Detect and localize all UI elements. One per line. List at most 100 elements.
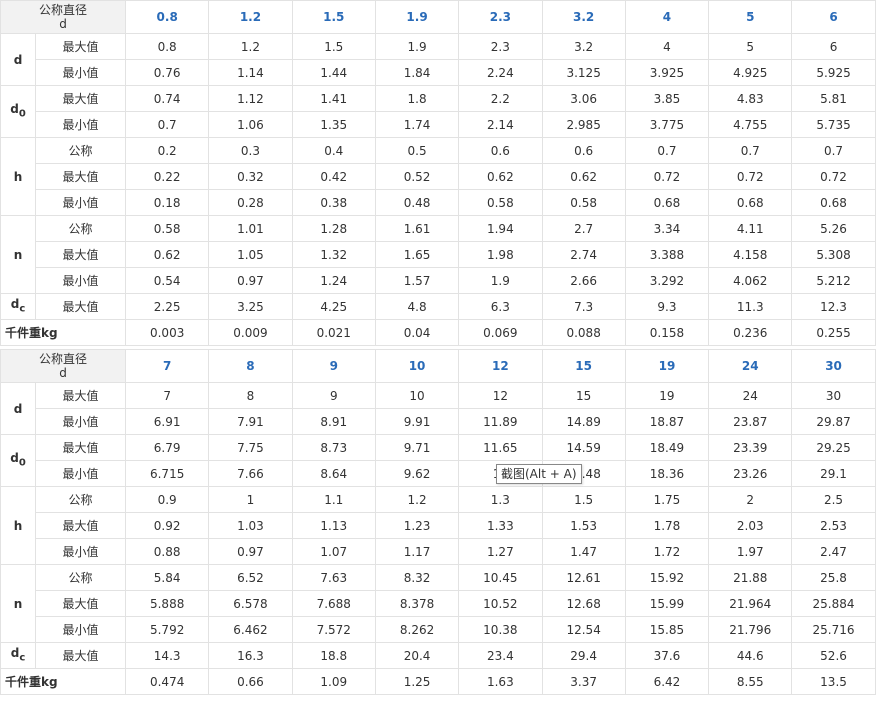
weight-row: 千件重kg 0.474 0.66 1.09 1.25 1.63 3.37 6.42 8.55 13… — [0, 668, 876, 695]
row-label-max: 最大值 — [34, 434, 127, 461]
value-cell: 1.3 — [458, 486, 543, 513]
value-cell: 21.88 — [708, 564, 793, 591]
param-subscript: 0 — [18, 108, 26, 120]
value-cell: 0.22 — [125, 163, 210, 190]
param-symbol: d — [13, 52, 23, 67]
weight-label: 千件重kg — [0, 319, 127, 346]
value-cell: 30 — [791, 382, 876, 409]
value-cell: 0.7 — [791, 137, 876, 164]
value-cell: 5.888 — [125, 590, 210, 617]
table-row: 最小值 5.792 6.462 7.572 8.262 10.38 12.54 15.85 21… — [1, 616, 876, 643]
diameter-header: 1.9 — [374, 0, 460, 34]
diameter-header: 24 — [708, 349, 793, 383]
value-cell: 0.76 — [125, 59, 210, 86]
value-cell: 4.925 — [708, 59, 793, 86]
value-cell: 5.735 — [791, 111, 876, 138]
row-label-nom: 公称 — [34, 215, 127, 242]
value-cell: 8.378 — [374, 590, 460, 617]
value-cell: 0.62 — [541, 163, 626, 190]
diameter-header: 30 — [791, 349, 876, 383]
value-cell: 3.34 — [624, 215, 710, 242]
value-cell: 16.3 — [208, 642, 293, 669]
weight-label: 千件重kg — [0, 668, 127, 695]
row-label-nom: 公称 — [34, 564, 127, 591]
value-cell: 1.72 — [624, 538, 710, 565]
param-d: d — [0, 33, 36, 86]
row-label-nom: 公称 — [34, 137, 127, 164]
value-cell: 4.25 — [291, 293, 376, 320]
value-cell: 23.4 — [458, 642, 543, 669]
weight-cell: 0.003 — [125, 319, 210, 346]
value-cell: 1.61 — [374, 215, 460, 242]
diameter-header: 10 — [374, 349, 460, 383]
table-row: d0 最大值 6.79 7.75 8.73 9.71 11.65 14.59 18.49 23.3… — [0, 434, 876, 487]
param-symbol: h — [13, 169, 23, 184]
value-cell: 11.89 — [458, 408, 543, 435]
table-row: 最小值6.7157.668.649.621114.4818.3623.2629.… — [1, 460, 876, 487]
value-cell: 19 — [624, 382, 710, 409]
value-cell: 1.78 — [624, 512, 710, 539]
weight-cell: 0.088 — [541, 319, 626, 346]
table-row: 最大值 5.888 6.578 7.688 8.378 10.52 12.68 15.99 21… — [1, 590, 876, 617]
value-cell: 0.6 — [541, 137, 626, 164]
value-cell: 2.14 — [458, 111, 543, 138]
value-cell: 1.1 — [291, 486, 376, 513]
diameter-header: 6 — [791, 0, 876, 34]
table-row: 最小值 0.54 0.97 1.24 1.57 1.9 2.66 3.292 4.062 5.21… — [1, 267, 876, 294]
param-h: h — [0, 137, 36, 216]
row-label-min: 最小值 — [34, 267, 127, 294]
value-cell: 5.792 — [125, 616, 210, 643]
value-cell: 9.71 — [374, 434, 460, 461]
value-cell: 12 — [458, 382, 543, 409]
value-cell: 7.91 — [208, 408, 293, 435]
diameter-header: 4 — [624, 0, 710, 34]
value-cell: 3.25 — [208, 293, 293, 320]
table-row: dc 最大值 2.25 3.25 4.25 4.8 6.3 7.3 9.3 11.3 12.3 — [0, 293, 876, 320]
weight-cell: 0.236 — [708, 319, 793, 346]
header-symbol: d — [59, 17, 67, 31]
value-cell: 2.66 — [541, 267, 626, 294]
value-cell: 5.84 — [125, 564, 210, 591]
value-cell: 6.91 — [125, 408, 210, 435]
value-cell: 10.45 — [458, 564, 543, 591]
value-cell: 15.85 — [624, 616, 710, 643]
value-cell: 24 — [708, 382, 793, 409]
value-cell: 2.03 — [708, 512, 793, 539]
value-cell: 2 — [708, 486, 793, 513]
value-cell: 6.462 — [208, 616, 293, 643]
value-cell: 52.6 — [791, 642, 876, 669]
value-cell: 1.94 — [458, 215, 543, 242]
row-label-min: 最小值 — [34, 538, 127, 565]
diameter-header: 15 — [541, 349, 626, 383]
value-cell: 3.388 — [624, 241, 710, 268]
header-label: 公称直径 — [39, 352, 88, 366]
value-cell: 3.85 — [624, 85, 710, 112]
value-cell: 1 — [208, 486, 293, 513]
diameter-header: 3.2 — [541, 0, 626, 34]
value-cell: 3.06 — [541, 85, 626, 112]
param-n: n — [0, 215, 36, 294]
value-cell: 6.715 — [125, 460, 210, 487]
weight-cell: 0.021 — [291, 319, 376, 346]
weight-cell: 13.5 — [791, 668, 876, 695]
value-cell: 18.36 — [624, 460, 710, 487]
value-cell: 1.98 — [458, 241, 543, 268]
value-cell: 6.3 — [458, 293, 543, 320]
value-cell: 9.3 — [624, 293, 710, 320]
weight-cell: 1.09 — [291, 668, 376, 695]
header-label: 公称直径 — [39, 3, 88, 17]
row-label-max: 最大值 — [34, 512, 127, 539]
weight-cell: 0.66 — [208, 668, 293, 695]
row-label-max: 最大值 — [34, 382, 127, 409]
diameter-header: 1.2 — [208, 0, 293, 34]
value-cell: 1.84 — [374, 59, 460, 86]
value-cell: 1.28 — [291, 215, 376, 242]
table-row: 最小值 0.18 0.28 0.38 0.48 0.58 0.58 0.68 0.68 0.68 — [1, 189, 876, 216]
value-cell: 1.9 — [374, 33, 460, 60]
row-label-max: 最大值 — [34, 163, 127, 190]
row-label-min: 最小值 — [34, 616, 127, 643]
value-cell: 1.65 — [374, 241, 460, 268]
value-cell: 2.74 — [541, 241, 626, 268]
weight-cell: 0.009 — [208, 319, 293, 346]
value-cell: 10.52 — [458, 590, 543, 617]
